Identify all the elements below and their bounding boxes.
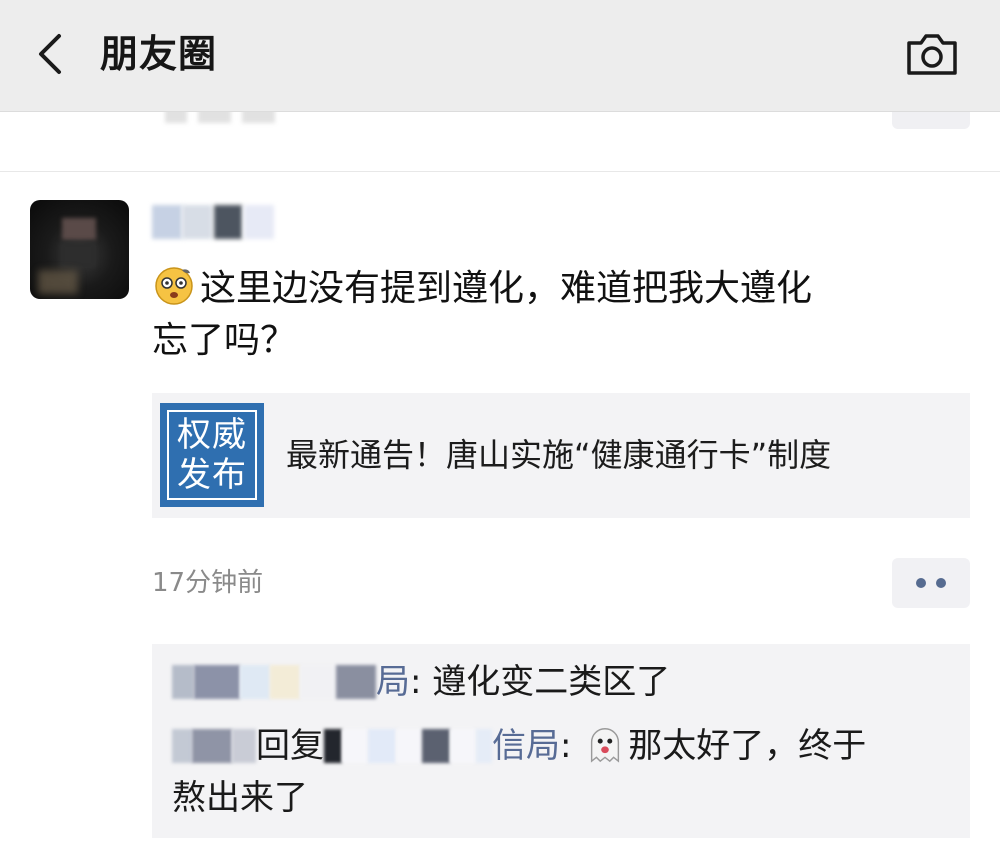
comment-2-continued: 熬出来了 [172, 772, 308, 824]
username-blurred[interactable] [152, 205, 276, 241]
comments-panel: 局: 遵化变二类区了 回复 信局: 那太好了，终于 熬出来了 [152, 644, 970, 838]
comment-1[interactable]: 局: 遵化变二类区了 [172, 656, 670, 708]
thumbnail-text-line-1: 权威 [177, 415, 247, 455]
comment-text-line-1: 那太好了，终于 [628, 726, 867, 766]
commenter-name-suffix[interactable]: 局 [376, 662, 410, 702]
comment-separator: : [560, 726, 583, 766]
reply-target-suffix[interactable]: 信局 [492, 726, 560, 766]
chevron-left-icon [39, 34, 61, 74]
link-title: 最新通告！唐山实施“健康通行卡”制度 [286, 436, 832, 474]
more-dot-icon [916, 578, 926, 588]
back-button[interactable] [28, 28, 72, 80]
comment-2[interactable]: 回复 信局: 那太好了，终于 [172, 720, 866, 772]
dizzy-face-emoji [155, 267, 193, 305]
comment-text-line-2: 熬出来了 [172, 778, 308, 818]
avatar[interactable] [30, 200, 129, 299]
previous-post-more-button[interactable] [892, 111, 970, 129]
ghost-emoji [591, 728, 620, 763]
more-dot-icon [936, 578, 946, 588]
reply-word: 回复 [256, 726, 324, 766]
more-actions-button[interactable] [892, 558, 970, 608]
comment-text: 遵化变二类区了 [432, 662, 671, 702]
post-text: 这里边没有提到遵化，难道把我大遵化 忘了吗？ [152, 262, 952, 367]
camera-button[interactable] [900, 26, 964, 82]
commenter-name-blurred [172, 665, 194, 699]
replier-name-blurred [172, 729, 192, 763]
comment-separator: : [410, 662, 433, 702]
top-navigation-bar: 朋友圈 [0, 0, 1000, 111]
thumbnail-text-line-2: 发布 [177, 455, 247, 495]
camera-icon [907, 34, 957, 75]
post-text-line-2: 忘了吗？ [152, 320, 297, 361]
previous-post-remnant [0, 89, 1000, 172]
post-text-line-1: 这里边没有提到遵化，难道把我大遵化 [200, 268, 813, 309]
post-timestamp: 17分钟前 [152, 568, 264, 598]
page-title: 朋友圈 [100, 32, 218, 76]
shared-link-card[interactable]: 权威 发布 最新通告！唐山实施“健康通行卡”制度 [152, 393, 970, 518]
link-thumbnail: 权威 发布 [160, 403, 264, 507]
